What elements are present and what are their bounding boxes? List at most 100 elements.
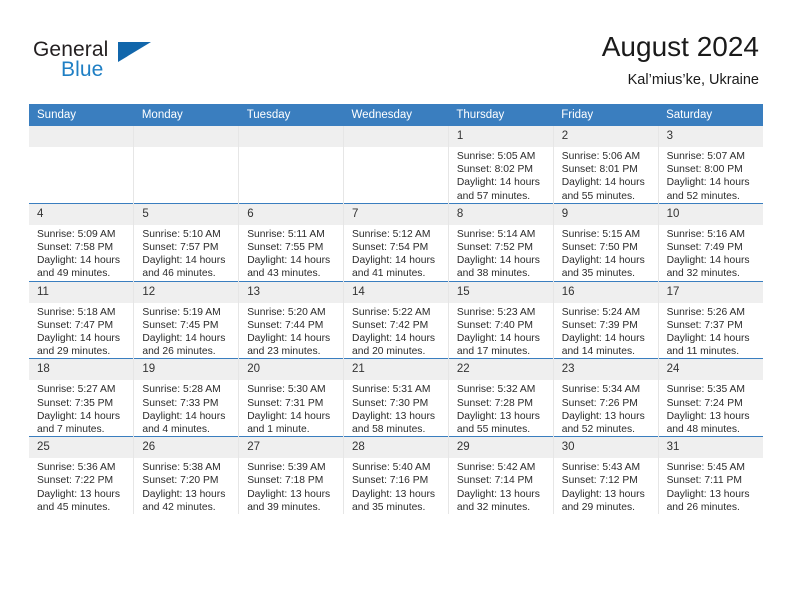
day-number: 29 xyxy=(448,437,553,459)
sunset-text: Sunset: 7:12 PM xyxy=(561,475,638,487)
calendar-day-cell[interactable]: 9 Sunrise: 5:15 AM Sunset: 7:50 PM Daylight… xyxy=(552,202,659,282)
calendar-week-row: 25 Sunrise: 5:36 AM Sunset: 7:22 PM Dayligh… xyxy=(29,436,763,515)
calendar-day-cell[interactable]: 29 Sunrise: 5:42 AM Sunset: 7:14 PM Dayligh… xyxy=(447,436,554,515)
calendar-day-cell[interactable]: 10 Sunrise: 5:16 AM Sunset: 7:49 PM Dayligh… xyxy=(657,202,763,282)
day-number: 11 xyxy=(29,281,134,303)
calendar-day-cell[interactable]: 14 Sunrise: 5:22 AM Sunset: 7:42 PM Dayligh… xyxy=(343,280,449,359)
brand-logo[interactable]: General Blue xyxy=(33,38,153,84)
daylight-text-line2: and 55 minutes. xyxy=(456,424,531,436)
sunrise-text: Sunrise: 5:38 AM xyxy=(142,462,221,474)
sunset-text: Sunset: 7:44 PM xyxy=(247,319,324,331)
weekday-header-thursday: Thursday xyxy=(448,104,554,126)
calendar-day-cell[interactable]: 30 Sunrise: 5:43 AM Sunset: 7:12 PM Dayligh… xyxy=(552,436,659,515)
calendar-day-cell[interactable]: 7 Sunrise: 5:12 AM Sunset: 7:54 PM Daylight… xyxy=(343,202,449,282)
daylight-text-line1: Daylight: 13 hours xyxy=(456,410,540,422)
calendar-day-cell[interactable]: 18 Sunrise: 5:27 AM Sunset: 7:35 PM Dayligh… xyxy=(29,358,135,437)
daylight-text-line1: Daylight: 14 hours xyxy=(247,410,331,422)
day-sun-info: Sunrise: 5:14 AM Sunset: 7:52 PM Daylight:… xyxy=(449,225,553,281)
calendar-day-cell[interactable]: 2 Sunrise: 5:06 AM Sunset: 8:01 PM Daylight… xyxy=(552,126,659,204)
calendar-day-cell[interactable]: 25 Sunrise: 5:36 AM Sunset: 7:22 PM Dayligh… xyxy=(29,436,135,515)
calendar-day-cell[interactable]: 1 Sunrise: 5:05 AM Sunset: 8:02 PM Daylight… xyxy=(447,126,554,204)
sunrise-text: Sunrise: 5:11 AM xyxy=(247,228,325,240)
daylight-text-line2: and 46 minutes. xyxy=(142,268,216,280)
daylight-text-line2: and 35 minutes. xyxy=(352,501,426,513)
sunset-text: Sunset: 8:02 PM xyxy=(456,164,534,176)
daylight-text-line2: and 55 minutes. xyxy=(561,190,635,202)
day-number: 24 xyxy=(658,359,763,381)
sunset-text: Sunset: 7:11 PM xyxy=(666,475,742,487)
day-sun-info: Sunrise: 5:26 AM Sunset: 7:37 PM Daylight:… xyxy=(659,303,763,359)
sunrise-text: Sunrise: 5:35 AM xyxy=(666,384,745,396)
brand-name-blue: Blue xyxy=(61,58,104,81)
calendar-day-cell[interactable]: 12 Sunrise: 5:19 AM Sunset: 7:45 PM Dayligh… xyxy=(133,280,240,359)
daylight-text-line2: and 38 minutes. xyxy=(456,268,531,280)
sunrise-text: Sunrise: 5:09 AM xyxy=(37,228,116,240)
calendar-day-cell[interactable]: 22 Sunrise: 5:32 AM Sunset: 7:28 PM Dayligh… xyxy=(447,358,554,437)
daylight-text-line1: Daylight: 14 hours xyxy=(37,333,120,345)
day-number: 5 xyxy=(134,203,239,225)
sunset-text: Sunset: 7:35 PM xyxy=(37,397,114,409)
day-number: 25 xyxy=(29,437,134,459)
calendar-day-cell[interactable]: 6 Sunrise: 5:11 AM Sunset: 7:55 PM Daylight… xyxy=(238,202,345,282)
daylight-text-line1: Daylight: 13 hours xyxy=(352,410,436,422)
sunrise-text: Sunrise: 5:22 AM xyxy=(352,306,431,318)
calendar-day-cell[interactable]: 31 Sunrise: 5:45 AM Sunset: 7:11 PM Dayligh… xyxy=(657,436,763,515)
sunset-text: Sunset: 7:47 PM xyxy=(37,319,114,331)
calendar-day-cell[interactable]: 21 Sunrise: 5:31 AM Sunset: 7:30 PM Dayligh… xyxy=(343,358,449,437)
sunrise-text: Sunrise: 5:28 AM xyxy=(142,384,221,396)
day-sun-info: Sunrise: 5:30 AM Sunset: 7:31 PM Daylight:… xyxy=(239,380,343,436)
sunrise-text: Sunrise: 5:16 AM xyxy=(666,228,745,240)
daylight-text-line1: Daylight: 14 hours xyxy=(142,333,226,345)
calendar-day-cell[interactable]: 8 Sunrise: 5:14 AM Sunset: 7:52 PM Daylight… xyxy=(447,202,554,282)
daylight-text-line1: Daylight: 14 hours xyxy=(247,333,331,345)
weekday-header-friday: Friday xyxy=(553,104,659,126)
sunrise-text: Sunrise: 5:32 AM xyxy=(456,384,536,396)
sunset-text: Sunset: 7:39 PM xyxy=(561,319,638,331)
daylight-text-line1: Daylight: 13 hours xyxy=(666,410,750,422)
calendar-day-cell[interactable]: 3 Sunrise: 5:07 AM Sunset: 8:00 PM Daylight… xyxy=(657,126,763,204)
daylight-text-line2: and 17 minutes. xyxy=(456,346,531,358)
daylight-text-line2: and 39 minutes. xyxy=(247,501,321,513)
calendar-day-cell[interactable]: 4 Sunrise: 5:09 AM Sunset: 7:58 PM Daylight… xyxy=(29,202,135,282)
daylight-text-line1: Daylight: 13 hours xyxy=(561,488,645,500)
day-number xyxy=(134,126,239,147)
day-sun-info: Sunrise: 5:19 AM Sunset: 7:45 PM Daylight:… xyxy=(134,303,238,359)
day-number: 4 xyxy=(29,203,134,225)
day-sun-info: Sunrise: 5:07 AM Sunset: 8:00 PM Daylight:… xyxy=(659,147,763,203)
calendar-day-cell[interactable]: 24 Sunrise: 5:35 AM Sunset: 7:24 PM Dayligh… xyxy=(657,358,763,437)
day-sun-info: Sunrise: 5:22 AM Sunset: 7:42 PM Daylight:… xyxy=(344,303,448,359)
daylight-text-line1: Daylight: 14 hours xyxy=(352,333,436,345)
daylight-text-line2: and 23 minutes. xyxy=(247,346,321,358)
calendar-day-cell[interactable]: 13 Sunrise: 5:20 AM Sunset: 7:44 PM Dayligh… xyxy=(238,280,345,359)
sunrise-text: Sunrise: 5:07 AM xyxy=(666,151,745,162)
calendar-day-cell[interactable]: 27 Sunrise: 5:39 AM Sunset: 7:18 PM Dayligh… xyxy=(238,436,345,515)
daylight-text-line2: and 43 minutes. xyxy=(247,268,321,280)
calendar-day-cell[interactable]: 15 Sunrise: 5:23 AM Sunset: 7:40 PM Dayligh… xyxy=(447,280,554,359)
day-number: 18 xyxy=(29,359,134,381)
calendar-day-cell[interactable]: 16 Sunrise: 5:24 AM Sunset: 7:39 PM Dayligh… xyxy=(552,280,659,359)
daylight-text-line2: and 26 minutes. xyxy=(142,346,216,358)
daylight-text-line2: and 14 minutes. xyxy=(561,346,635,358)
daylight-text-line1: Daylight: 13 hours xyxy=(37,488,120,500)
sunrise-text: Sunrise: 5:23 AM xyxy=(456,306,536,318)
day-sun-info: Sunrise: 5:38 AM Sunset: 7:20 PM Daylight:… xyxy=(134,458,238,514)
sunset-text: Sunset: 7:52 PM xyxy=(456,242,534,254)
sunrise-text: Sunrise: 5:31 AM xyxy=(352,384,431,396)
sunrise-text: Sunrise: 5:30 AM xyxy=(247,384,326,396)
day-number: 9 xyxy=(553,203,658,225)
day-number: 8 xyxy=(448,203,553,225)
calendar-day-cell[interactable]: 26 Sunrise: 5:38 AM Sunset: 7:20 PM Dayligh… xyxy=(133,436,240,515)
calendar-day-cell[interactable]: 28 Sunrise: 5:40 AM Sunset: 7:16 PM Dayligh… xyxy=(343,436,449,515)
location-subtitle: Kal’mius’ke, Ukraine xyxy=(627,72,759,88)
day-number: 15 xyxy=(448,281,553,303)
day-number: 31 xyxy=(658,437,763,459)
calendar-day-cell[interactable]: 17 Sunrise: 5:26 AM Sunset: 7:37 PM Dayligh… xyxy=(657,280,763,359)
calendar-day-cell[interactable]: 19 Sunrise: 5:28 AM Sunset: 7:33 PM Dayligh… xyxy=(133,358,240,437)
calendar-day-cell[interactable]: 23 Sunrise: 5:34 AM Sunset: 7:26 PM Dayligh… xyxy=(552,358,659,437)
calendar-day-cell[interactable]: 5 Sunrise: 5:10 AM Sunset: 7:57 PM Daylight… xyxy=(133,202,240,282)
calendar-day-cell[interactable]: 11 Sunrise: 5:18 AM Sunset: 7:47 PM Dayligh… xyxy=(29,280,135,359)
day-sun-info: Sunrise: 5:05 AM Sunset: 8:02 PM Daylight:… xyxy=(449,147,553,203)
daylight-text-line2: and 58 minutes. xyxy=(352,424,426,436)
calendar-day-cell[interactable]: 20 Sunrise: 5:30 AM Sunset: 7:31 PM Dayligh… xyxy=(238,358,345,437)
daylight-text-line1: Daylight: 13 hours xyxy=(561,410,645,422)
